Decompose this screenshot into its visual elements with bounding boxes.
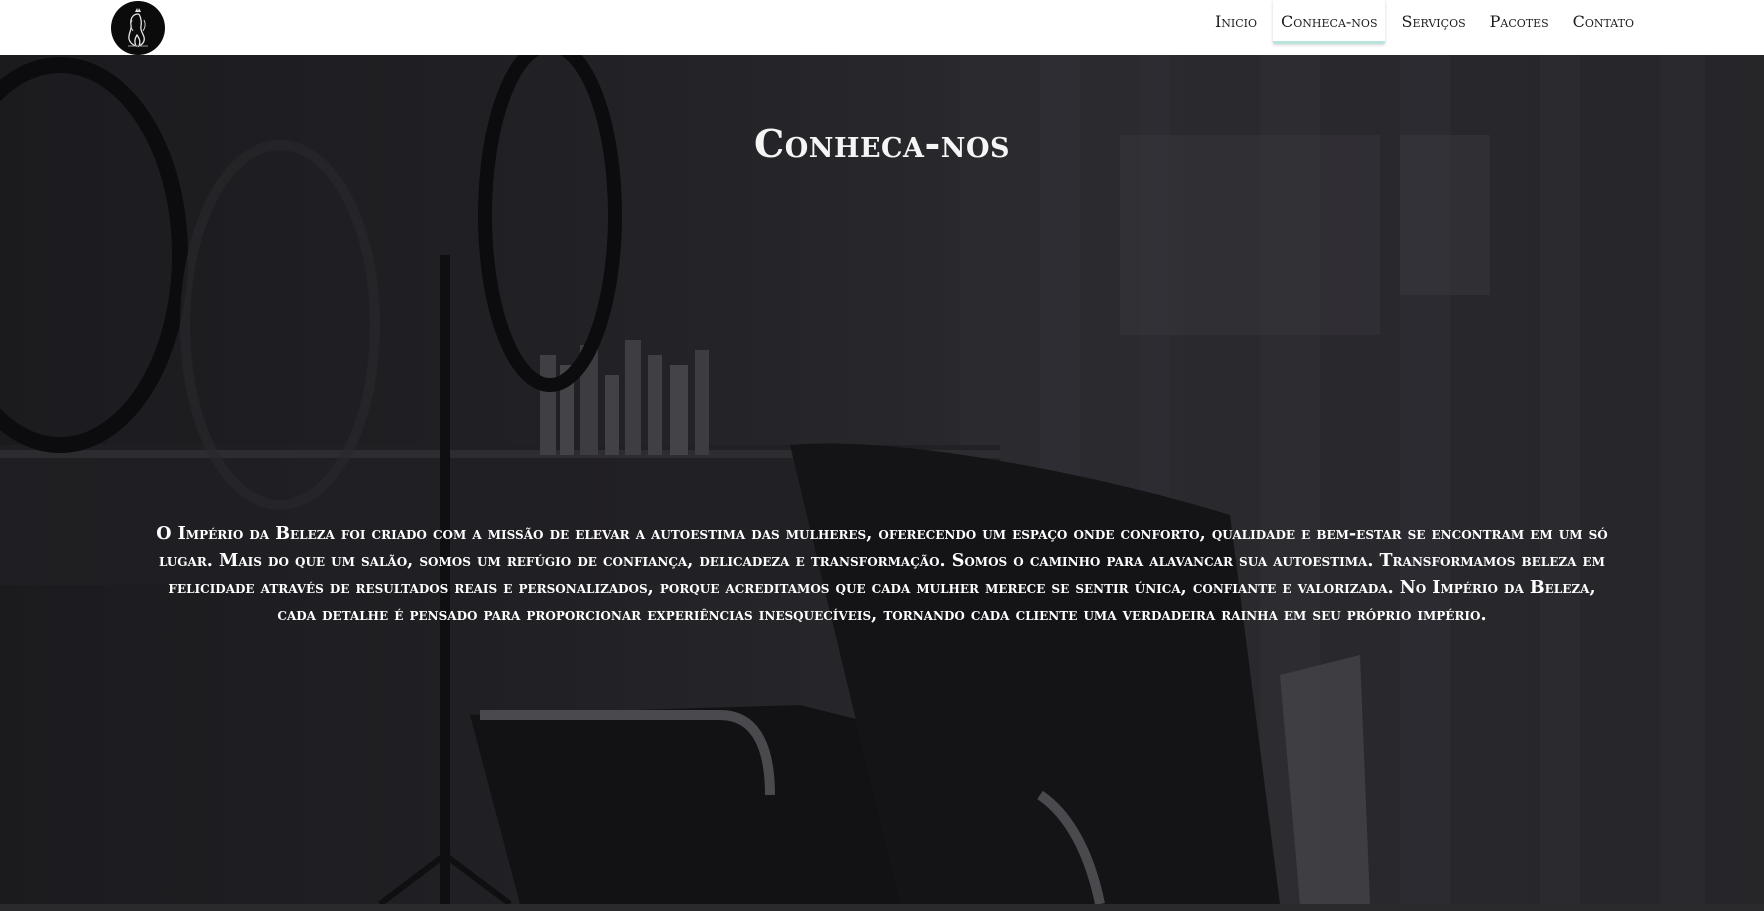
footer-edge [0, 904, 1764, 911]
brand-logo[interactable] [111, 1, 165, 55]
nav-item-inicio[interactable]: Inicio [1207, 0, 1265, 41]
site-header: Inicio Conheca-nos Serviços Pacotes Cont… [0, 0, 1764, 55]
main-nav: Inicio Conheca-nos Serviços Pacotes Cont… [1203, 0, 1646, 55]
crowned-woman-logo-icon [128, 8, 148, 48]
nav-item-contato[interactable]: Contato [1565, 0, 1642, 41]
nav-item-servicos[interactable]: Serviços [1393, 0, 1473, 41]
dark-overlay [0, 55, 1764, 904]
about-hero-section: Conheca-nos O Império da Beleza foi cria… [0, 55, 1764, 904]
page-title: Conheca-nos [754, 121, 1010, 166]
nav-item-pacotes[interactable]: Pacotes [1482, 0, 1557, 41]
about-description: O Império da Beleza foi criado com a mis… [156, 524, 1608, 625]
nav-item-conheca-nos[interactable]: Conheca-nos [1273, 0, 1386, 44]
